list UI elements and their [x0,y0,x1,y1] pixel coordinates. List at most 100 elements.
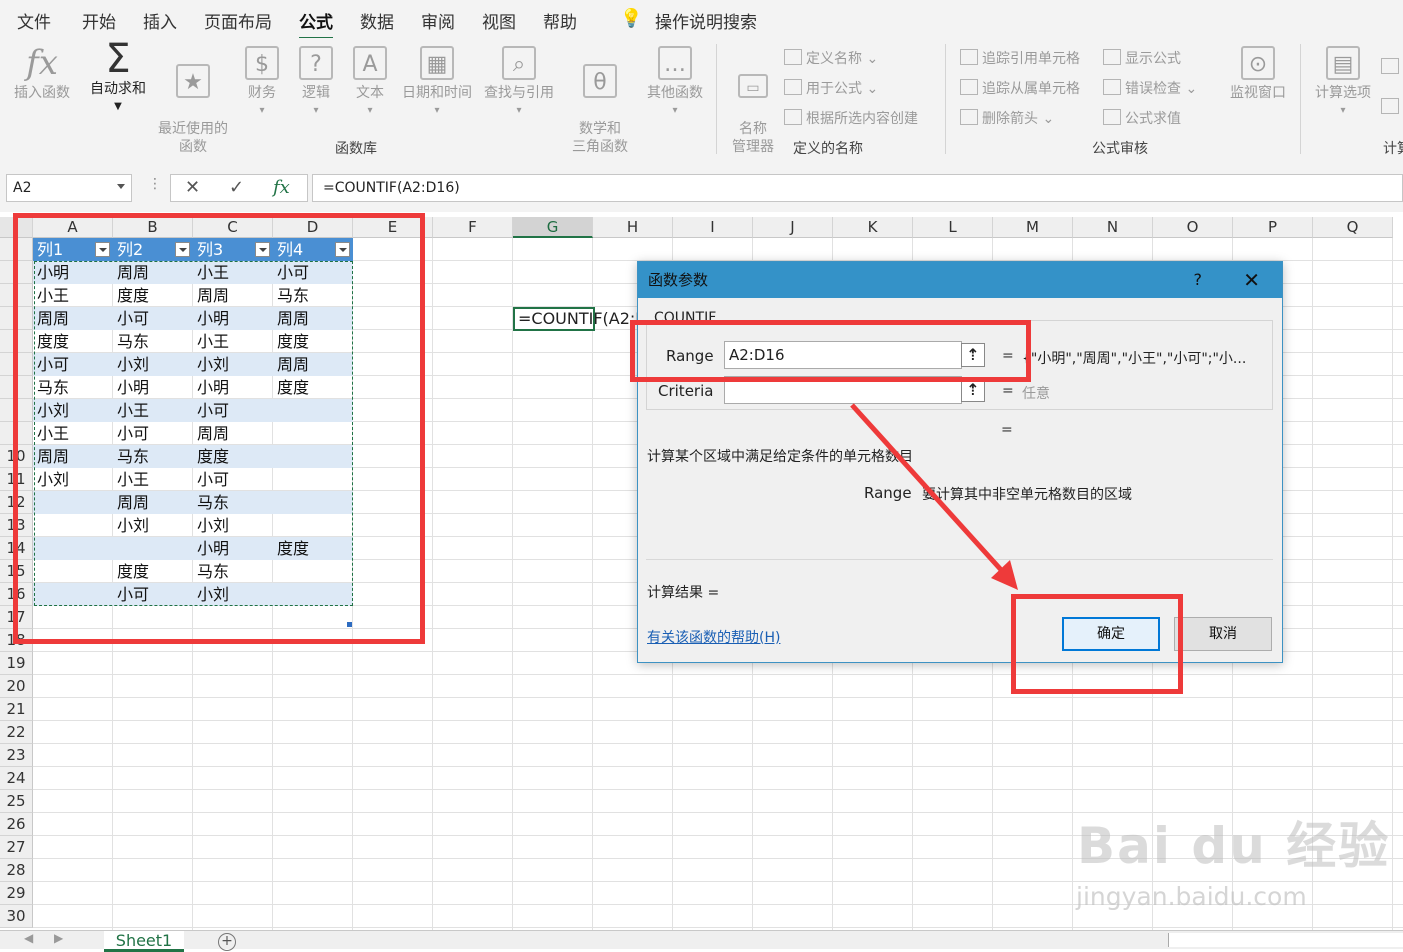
splitter-handle[interactable]: ⋮ [148,176,162,192]
coins-icon: $ [245,46,279,80]
sheet-tab-sheet1[interactable]: Sheet1 [104,931,184,952]
row-header[interactable]: 19 [0,652,33,675]
chevron-down-icon: ▾ [672,105,678,116]
scroll-left-icon[interactable]: ◀ [24,931,33,945]
row-header[interactable]: 24 [0,767,33,790]
calc-now-button[interactable] [1381,58,1403,76]
horizontal-scrollbar[interactable] [1168,933,1403,947]
group-calculation: 计算 [1383,141,1403,157]
column-header[interactable]: P [1233,217,1313,238]
name-tag-icon: ▭ [738,74,768,98]
cancel-icon[interactable]: ✕ [185,177,200,198]
tab-data[interactable]: 数据 [360,8,394,33]
row-header[interactable]: 30 [0,905,33,928]
logical-button[interactable]: ? 逻辑 ▾ [294,46,338,120]
enter-check-icon[interactable]: ✓ [229,177,244,198]
tab-help[interactable]: 帮助 [543,8,577,33]
gridline [33,743,1403,744]
remove-arrows-button[interactable]: 删除箭头 ⌄ [960,108,1054,128]
add-sheet-icon[interactable]: + [218,933,236,951]
column-header[interactable]: N [1073,217,1153,238]
tab-page-layout[interactable]: 页面布局 [204,8,272,33]
tab-file[interactable]: 文件 [17,8,51,33]
column-header[interactable]: J [753,217,833,238]
column-header[interactable]: K [833,217,913,238]
row-header[interactable]: 26 [0,813,33,836]
error-checking-button[interactable]: 错误检查 ⌄ [1103,78,1197,98]
watch-window-button[interactable]: ⊙ 监视窗口 [1226,46,1290,102]
recent-functions-button[interactable]: ★ 最近使用的 函数 [152,46,234,156]
more-functions-button[interactable]: … 其他函数 ▾ [642,46,708,120]
define-name-button[interactable]: 定义名称 ⌄ [784,48,878,68]
annotation-box-table [13,213,425,644]
close-icon[interactable]: ✕ [1243,262,1260,298]
gridline [33,720,1403,721]
help-question-icon[interactable]: ? [1194,262,1203,298]
function-result-equals: = [1001,422,1013,438]
math-trig-label: 数学和 三角函数 [572,121,628,155]
fx-icon: fx [26,43,58,83]
tab-formulas[interactable]: 公式 [299,8,333,40]
group-divider [1300,44,1301,154]
create-from-selection-button[interactable]: 根据所选内容创建 [784,108,918,128]
remove-arrows-icon [960,109,978,125]
column-header[interactable]: Q [1313,217,1393,238]
use-in-formula-button[interactable]: 用于公式 ⌄ [784,78,878,98]
formula-input[interactable]: =COUNTIF(A2:D16) [312,174,1403,202]
autosum-button[interactable]: Σ 自动求和 ▼ [84,36,152,116]
row-header[interactable]: 20 [0,675,33,698]
row-header[interactable]: 21 [0,698,33,721]
evaluate-formula-button[interactable]: 公式求值 [1103,108,1181,128]
lightbulb-icon: 💡 [620,8,643,29]
evaluate-icon [1103,109,1121,125]
trace-dependents-button[interactable]: 追踪从属单元格 [960,78,1080,98]
param-description: 要计算其中非空单元格数目的区域 [922,487,1132,503]
name-box[interactable]: A2 [6,174,132,202]
column-header[interactable]: F [433,217,513,238]
show-formulas-button[interactable]: 显示公式 [1103,48,1181,68]
row-header[interactable]: 22 [0,721,33,744]
column-header[interactable]: L [913,217,993,238]
tab-view[interactable]: 视图 [482,8,516,33]
column-header[interactable]: I [673,217,753,238]
function-help-link[interactable]: 有关该函数的帮助(H) [647,627,780,647]
column-header[interactable]: H [593,217,673,238]
row-header[interactable]: 28 [0,859,33,882]
tell-me-search[interactable]: 操作说明搜索 [655,8,757,33]
cancel-button[interactable]: 取消 [1174,617,1272,651]
tab-home[interactable]: 开始 [82,8,116,33]
row-header[interactable]: 29 [0,882,33,905]
scroll-right-icon[interactable]: ▶ [54,931,63,945]
question-book-icon: ? [299,46,333,80]
lookup-reference-button[interactable]: ⌕ 查找与引用 ▾ [480,46,558,120]
tab-review[interactable]: 审阅 [421,8,455,33]
name-manager-button[interactable]: ▭ 名称 管理器 [727,56,779,156]
insert-function-icon[interactable]: fx [273,177,290,198]
error-checking-label: 错误检查 [1125,81,1181,97]
theta-icon: θ [583,64,617,98]
show-formulas-label: 显示公式 [1125,51,1181,67]
ribbon-tab-bar: 文件 开始 插入 页面布局 公式 数据 审阅 视图 帮助 💡 操作说明搜索 [0,0,1403,40]
sigma-icon: Σ [105,36,131,82]
column-header[interactable]: G [513,217,593,238]
financial-button[interactable]: $ 财务 ▾ [240,46,284,120]
gridline [33,697,1403,698]
row-header[interactable]: 27 [0,836,33,859]
active-cell-g4[interactable]: =COUNTIF(A2:D [513,307,648,331]
trace-precedents-button[interactable]: 追踪引用单元格 [960,48,1080,68]
row-header[interactable]: 23 [0,744,33,767]
gridline [33,674,1403,675]
math-trig-button[interactable]: θ 数学和 三角函数 [562,46,638,156]
text-book-icon: A [353,46,387,80]
text-button[interactable]: A 文本 ▾ [348,46,392,120]
insert-function-button[interactable]: fx 插入函数 [8,46,76,102]
row-header[interactable]: 25 [0,790,33,813]
date-time-button[interactable]: ▦ 日期和时间 ▾ [398,46,476,120]
calc-sheet-button[interactable] [1381,98,1403,116]
column-header[interactable]: O [1153,217,1233,238]
gridline [33,766,1403,767]
dialog-title-bar[interactable]: 函数参数 [638,262,1282,298]
tab-insert[interactable]: 插入 [143,8,177,33]
column-header[interactable]: M [993,217,1073,238]
calc-options-button[interactable]: ▤ 计算选项 ▾ [1308,46,1378,120]
